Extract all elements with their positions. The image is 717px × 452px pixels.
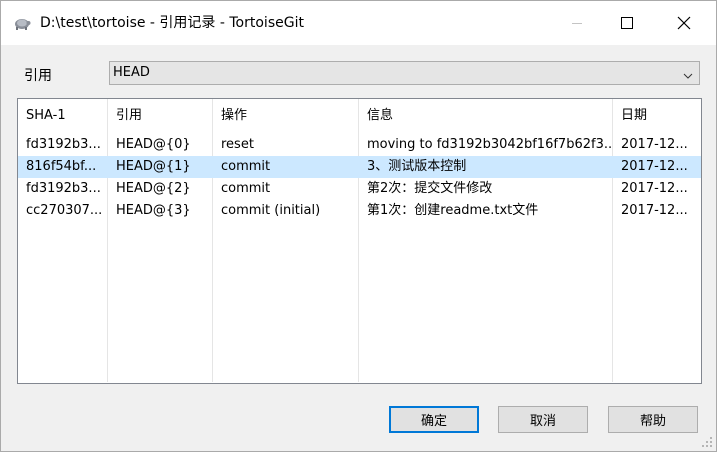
- table-row[interactable]: fd3192b3... HEAD@{0} reset moving to fd3…: [18, 134, 701, 156]
- cell-message: 第2次：提交文件修改: [367, 181, 493, 196]
- cell-ref: HEAD@{0}: [116, 137, 191, 152]
- cell-action: reset: [221, 137, 254, 152]
- ref-combobox-value: HEAD: [113, 65, 150, 80]
- ok-button[interactable]: 确定: [389, 406, 479, 433]
- cell-ref: HEAD@{3}: [116, 203, 191, 218]
- cell-message: moving to fd3192b3042bf16f7b62f3...: [367, 137, 613, 152]
- header-ref[interactable]: 引用: [108, 99, 213, 133]
- title-bar[interactable]: D:\test\tortoise - 引用记录 - TortoiseGit: [1, 1, 716, 45]
- cell-ref: HEAD@{2}: [116, 181, 191, 196]
- chevron-down-icon: [683, 69, 693, 79]
- cell-sha: cc270307...: [26, 203, 103, 218]
- table-row-selected[interactable]: 816f54bf... HEAD@{1} commit 3、测试版本控制 201…: [18, 156, 701, 178]
- header-action[interactable]: 操作: [213, 99, 359, 133]
- close-button[interactable]: [661, 1, 707, 45]
- reflog-list[interactable]: SHA-1 引用 操作 信息 日期 fd3192b3... HEAD@{0} r…: [17, 98, 702, 384]
- header-message[interactable]: 信息: [359, 99, 613, 133]
- cell-action: commit (initial): [221, 203, 321, 218]
- header-date[interactable]: 日期: [613, 99, 701, 133]
- cell-date: 2017-12...: [621, 181, 688, 196]
- header-sha[interactable]: SHA-1: [18, 99, 108, 133]
- list-header: SHA-1 引用 操作 信息 日期: [18, 99, 701, 133]
- cancel-button[interactable]: 取消: [498, 406, 588, 433]
- cell-sha: 816f54bf...: [26, 159, 97, 174]
- ref-label: 引用: [24, 68, 52, 84]
- cell-action: commit: [221, 181, 271, 196]
- cell-action: commit: [221, 159, 271, 174]
- ref-combobox[interactable]: HEAD: [109, 61, 700, 85]
- minimize-button[interactable]: [554, 1, 600, 45]
- minimize-icon: [572, 23, 582, 24]
- maximize-button[interactable]: [604, 1, 650, 45]
- cell-sha: fd3192b3...: [26, 137, 101, 152]
- cell-date: 2017-12...: [621, 203, 688, 218]
- resize-grip-icon[interactable]: [701, 436, 713, 448]
- help-button[interactable]: 帮助: [608, 406, 698, 433]
- cell-message: 3、测试版本控制: [367, 159, 467, 174]
- reflog-dialog: D:\test\tortoise - 引用记录 - TortoiseGit 引用…: [0, 0, 717, 452]
- maximize-icon: [621, 17, 633, 29]
- cell-message: 第1次：创建readme.txt文件: [367, 203, 539, 218]
- table-row[interactable]: cc270307... HEAD@{3} commit (initial) 第1…: [18, 200, 701, 222]
- close-icon: [677, 16, 691, 30]
- cell-sha: fd3192b3...: [26, 181, 101, 196]
- window-title: D:\test\tortoise - 引用记录 - TortoiseGit: [40, 15, 304, 31]
- table-row[interactable]: fd3192b3... HEAD@{2} commit 第2次：提交文件修改 2…: [18, 178, 701, 200]
- cell-date: 2017-12...: [621, 137, 688, 152]
- tortoise-icon: [13, 15, 31, 31]
- cell-ref: HEAD@{1}: [116, 159, 191, 174]
- cell-date: 2017-12...: [621, 159, 688, 174]
